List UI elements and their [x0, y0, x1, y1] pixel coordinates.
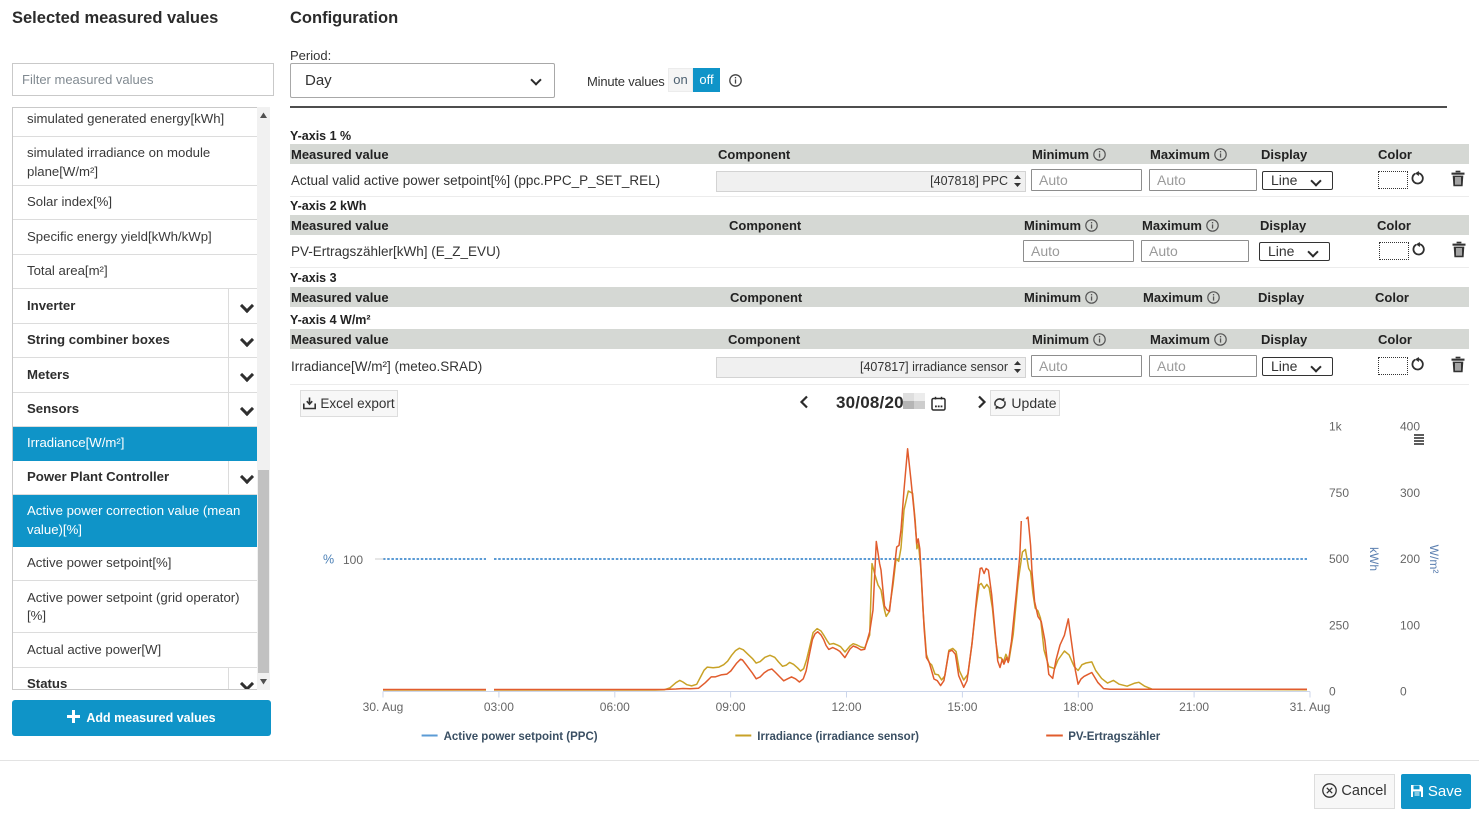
svg-text:09:00: 09:00: [716, 700, 746, 714]
svg-text:30. Aug: 30. Aug: [363, 700, 404, 714]
svg-text:12:00: 12:00: [831, 700, 861, 714]
svg-text:0: 0: [1329, 685, 1336, 699]
svg-text:Active power setpoint (PPC): Active power setpoint (PPC): [444, 731, 598, 743]
svg-text:0: 0: [1400, 685, 1407, 699]
svg-text:15:00: 15:00: [947, 700, 977, 714]
svg-text:18:00: 18:00: [1063, 700, 1093, 714]
svg-text:PV-Ertragszähler: PV-Ertragszähler: [1068, 731, 1161, 743]
svg-text:750: 750: [1329, 486, 1349, 500]
svg-text:100: 100: [1400, 618, 1420, 632]
svg-text:kWh: kWh: [1367, 547, 1381, 571]
svg-text:400: 400: [1400, 420, 1420, 434]
svg-text:500: 500: [1329, 552, 1349, 566]
svg-text:03:00: 03:00: [484, 700, 514, 714]
svg-text:%: %: [323, 553, 334, 567]
svg-text:W/m²: W/m²: [1427, 545, 1441, 574]
svg-text:Irradiance (irradiance sensor): Irradiance (irradiance sensor): [757, 731, 919, 743]
svg-text:300: 300: [1400, 486, 1420, 500]
svg-text:200: 200: [1400, 552, 1420, 566]
svg-text:21:00: 21:00: [1179, 700, 1209, 714]
svg-text:31. Aug: 31. Aug: [1290, 700, 1331, 714]
svg-text:06:00: 06:00: [600, 700, 630, 714]
svg-text:100: 100: [343, 553, 363, 567]
svg-text:1k: 1k: [1329, 420, 1343, 434]
svg-text:250: 250: [1329, 618, 1349, 632]
